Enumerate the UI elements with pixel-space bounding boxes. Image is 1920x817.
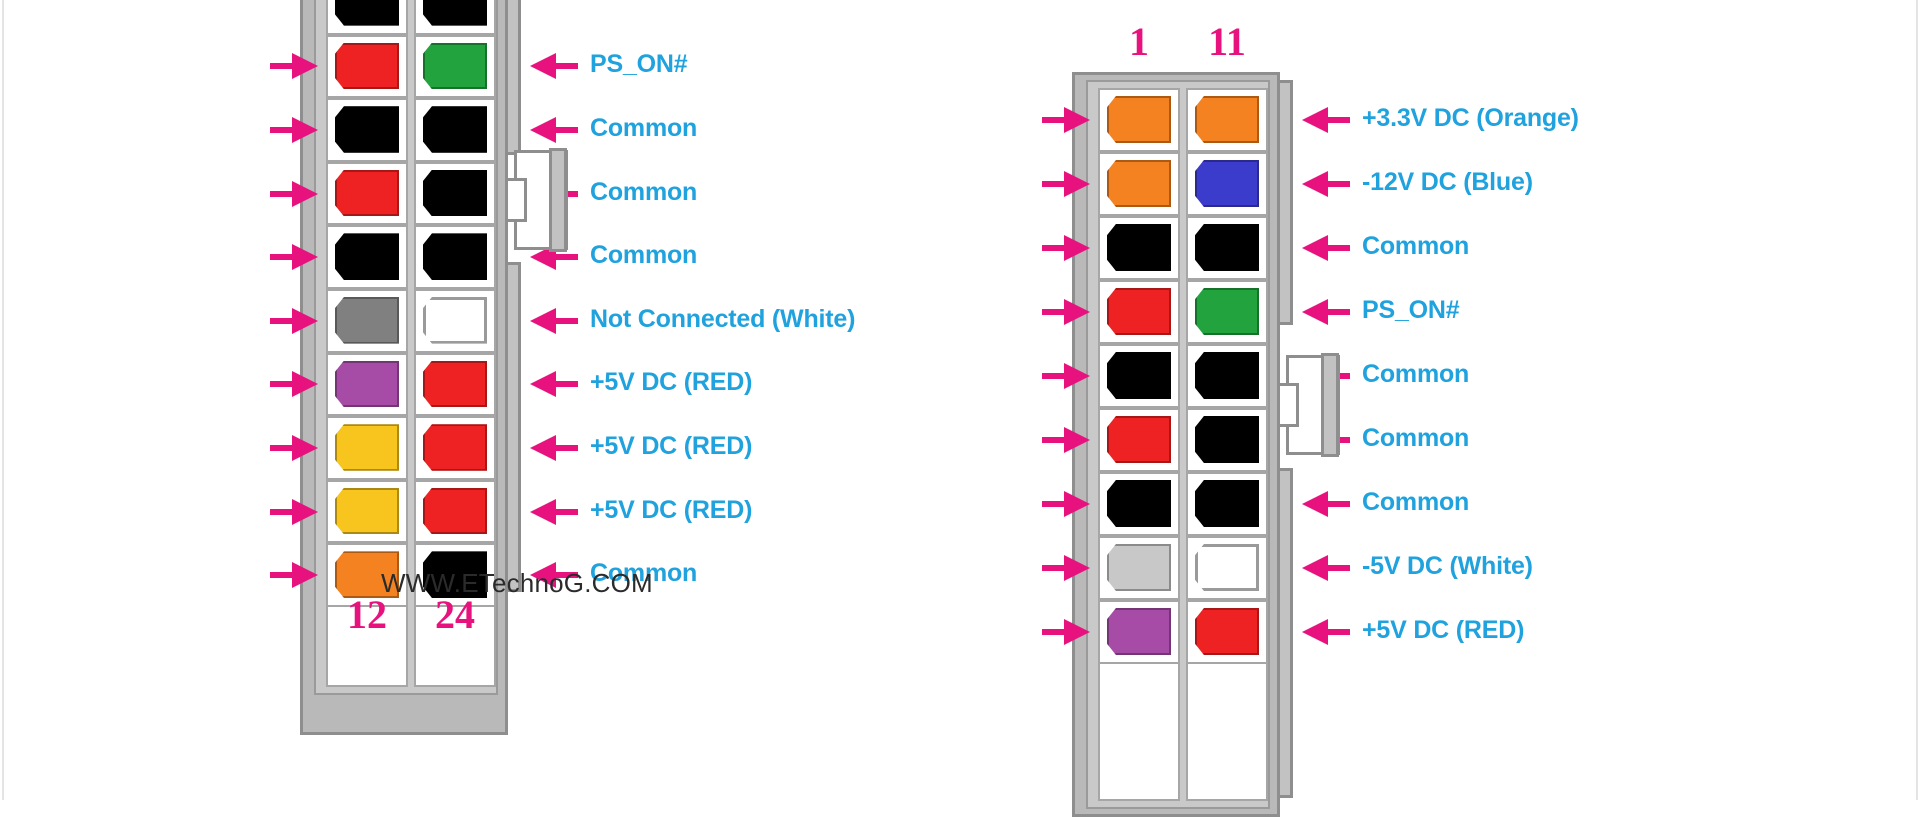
connector-pin (1195, 608, 1259, 655)
diagram-canvas: 12 24 WWW.ETechnoG.COM 1 11 +5V DC (RED)… (0, 0, 1920, 817)
connector-pin (335, 169, 399, 217)
pin-label: +3.3V DC (Orange) (1362, 104, 1579, 132)
connector-pin (1195, 544, 1259, 591)
connector-pin (335, 0, 399, 26)
right-border-line (1916, 0, 1918, 800)
connector-pin (423, 0, 487, 26)
connector-pin (335, 487, 399, 535)
connector-pin (1107, 544, 1171, 591)
pin-label: +5V DC (RED) (590, 368, 753, 397)
latch-upper-bar (1277, 80, 1293, 325)
pin-label: PS_ON# (1362, 296, 1460, 324)
connector-pin (1195, 96, 1259, 143)
connector-pin (423, 424, 487, 471)
connector-pin (1107, 416, 1171, 463)
connector-pin (1107, 288, 1171, 335)
pin-label: Common (1362, 424, 1470, 452)
left-border-line (2, 0, 4, 800)
connector-pin (335, 424, 399, 471)
pin-label: Common (1362, 232, 1470, 260)
right-connector-right-pin-number: 11 (1208, 19, 1246, 64)
right-connector-left-pin-number: 1 (1129, 19, 1149, 64)
pin-label: -5V DC (White) (1362, 552, 1533, 580)
connector-pin (335, 297, 399, 344)
connector-pin (1107, 224, 1171, 271)
connector-pin (1195, 352, 1259, 399)
latch-hole (505, 178, 527, 222)
connector-pin (423, 487, 487, 535)
connector-pin (1107, 608, 1171, 655)
pin-label: Common (1362, 488, 1470, 516)
connector-pin (1107, 352, 1171, 399)
left-connector-right-pin-number: 24 (435, 592, 475, 637)
connector-pin (1195, 480, 1259, 527)
right-connector-latch (1277, 80, 1340, 798)
connector-pin (1195, 224, 1259, 271)
latch-lower-bar (1277, 468, 1293, 798)
pin-label: +5V DC (RED) (590, 495, 753, 524)
connector-pin (335, 42, 399, 90)
pin-label: PS_ON# (590, 50, 688, 79)
connector-pin (1107, 480, 1171, 527)
connector-pin (423, 169, 487, 217)
pin-label: Common (590, 241, 698, 270)
connector-pin (423, 297, 487, 344)
latch-hole (1277, 383, 1299, 427)
connector-pin (1107, 160, 1171, 207)
pin-label: Common (590, 114, 698, 142)
connector-pin (335, 233, 399, 280)
connector-pin (423, 42, 487, 90)
connector-pin (335, 106, 399, 153)
connector-pin (335, 360, 399, 408)
pin-label: Common (1362, 360, 1470, 388)
watermark: WWW.ETechnoG.COM (381, 568, 653, 598)
pin-label: +5V DC (RED) (1362, 616, 1525, 644)
connector-pin (423, 233, 487, 280)
pin-label: -12V DC (Blue) (1362, 168, 1533, 196)
connector-pin (423, 106, 487, 153)
connector-pin (1195, 160, 1259, 207)
connector-pin (1195, 416, 1259, 463)
latch-lower-bar (505, 262, 521, 592)
latch-clip-bar (1321, 353, 1339, 457)
pin-label: Not Connected (White) (590, 304, 856, 333)
pin-label: +5V DC (RED) (590, 432, 753, 460)
pin-label: Common (590, 177, 698, 206)
latch-clip-bar (549, 148, 567, 252)
connector-pin (1195, 288, 1259, 335)
left-connector-latch (505, 0, 568, 592)
connector-pin (1107, 96, 1171, 143)
connector-pin (423, 360, 487, 408)
left-connector-left-pin-number: 12 (347, 592, 387, 637)
latch-upper-bar (505, 0, 521, 155)
